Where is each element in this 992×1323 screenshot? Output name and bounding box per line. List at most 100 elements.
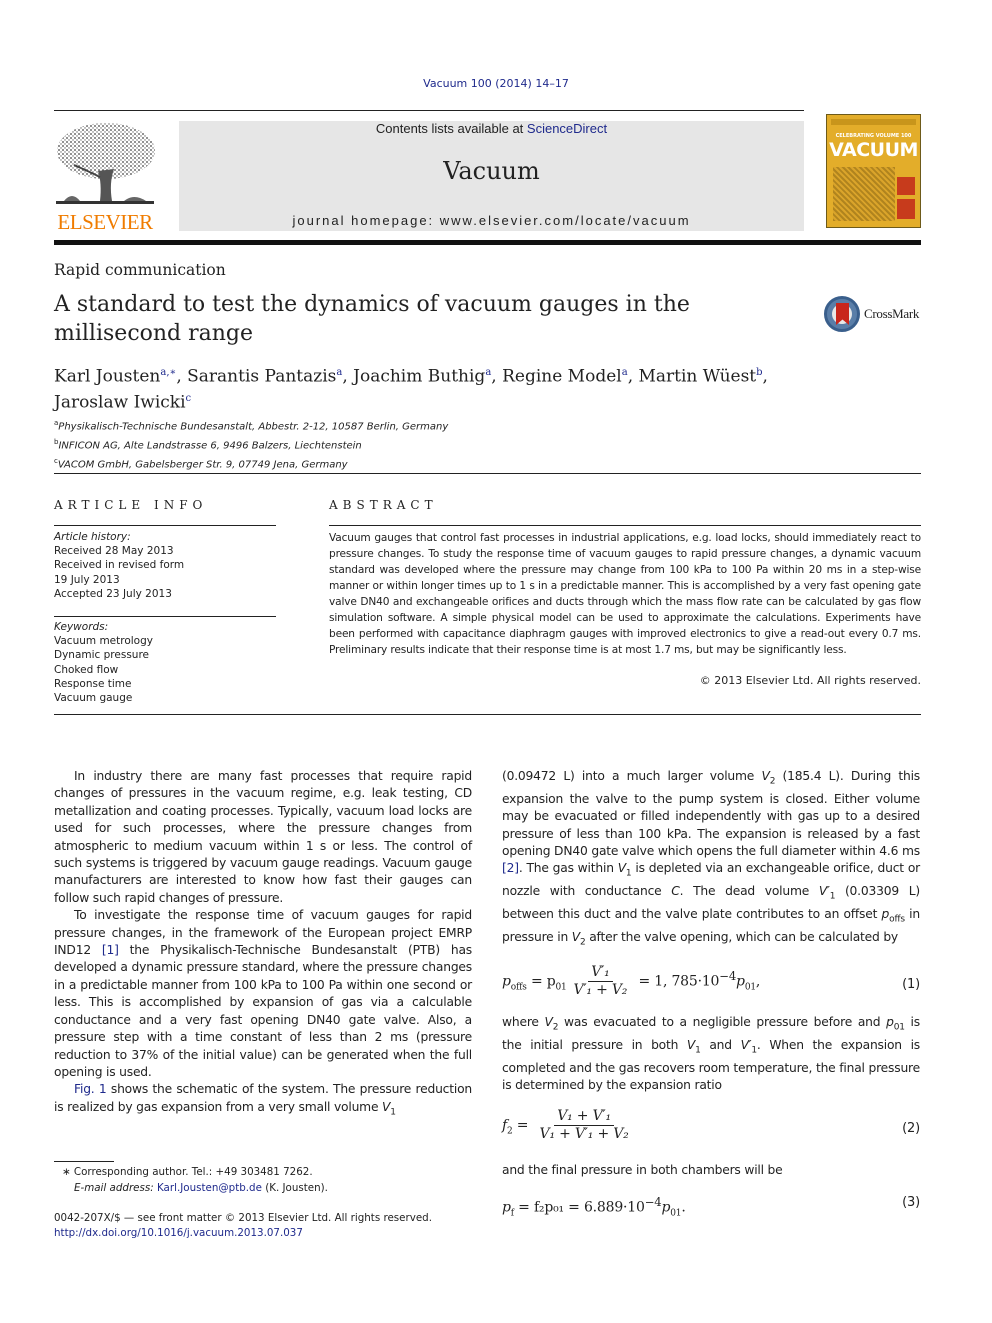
- symbol: V: [617, 861, 626, 876]
- elsevier-wordmark: ELSEVIER: [57, 210, 153, 234]
- eq-term: = f₂p₀₁ = 6.889·10: [518, 1199, 645, 1216]
- keywords-label: Keywords:: [54, 621, 109, 633]
- abstract-text: Vacuum gauges that control fast processe…: [329, 532, 921, 656]
- eq-term: = p: [530, 973, 556, 990]
- symbol: V: [686, 1037, 696, 1052]
- body-column-right: (0.09472 L) into a much larger volume V 2…: [502, 768, 920, 1218]
- symbol-sub: 01: [893, 1022, 905, 1033]
- author-name[interactable]: Joachim Buthig: [353, 367, 485, 387]
- article-type: Rapid communication: [54, 261, 226, 279]
- eq-term: = 1, 785·10: [638, 973, 720, 990]
- eq-symbol: p: [736, 973, 745, 990]
- affiliation: aPhysikalisch-Technische Bundesanstalt, …: [54, 416, 448, 435]
- email-label: E-mail address:: [74, 1182, 157, 1194]
- equation-3: pf = f₂p₀₁ = 6.889·10−4p01. (3): [502, 1194, 920, 1218]
- text: . The gas within: [518, 861, 618, 876]
- history-item: Accepted 23 July 2013: [54, 587, 172, 600]
- paragraph: where V2 was evacuated to a negligible p…: [502, 1014, 920, 1095]
- divider: [54, 525, 276, 526]
- affiliation: bINFICON AG, Alte Landstrasse 6, 9496 Ba…: [54, 435, 448, 454]
- affiliation: cVACOM GmbH, Gabelsberger Str. 9, 07749 …: [54, 454, 448, 473]
- cover-book: [897, 199, 915, 219]
- symbol: p: [881, 907, 890, 922]
- sciencedirect-link[interactable]: ScienceDirect: [527, 121, 607, 136]
- keyword[interactable]: Dynamic pressure: [54, 648, 153, 662]
- contents-line: Contents lists available at ScienceDirec…: [179, 121, 804, 137]
- author-affil-link[interactable]: c: [186, 393, 192, 404]
- divider: [54, 616, 276, 617]
- reference-link[interactable]: [1]: [102, 943, 119, 957]
- author-affil-link[interactable]: a: [622, 367, 628, 378]
- history-item: 19 July 2013: [54, 573, 120, 586]
- author-name[interactable]: Regine Model: [502, 367, 622, 387]
- text: the Physikalisch-Technische Bundesanstal…: [54, 943, 472, 1079]
- article-history: Article history: Received 28 May 2013 Re…: [54, 530, 184, 601]
- journal-name[interactable]: Vacuum: [179, 157, 804, 185]
- text: . The dead volume: [679, 884, 819, 899]
- header-rule: [54, 110, 804, 111]
- equation-number: (1): [902, 976, 920, 992]
- symbol-sub: 1: [390, 1107, 396, 1118]
- keyword[interactable]: Vacuum gauge: [54, 691, 153, 705]
- symbol: V: [544, 1014, 553, 1029]
- paragraph: and the final pressure in both chambers …: [502, 1163, 783, 1178]
- keyword[interactable]: Response time: [54, 677, 153, 691]
- crossmark-label: CrossMark: [864, 306, 920, 321]
- figure-link[interactable]: Fig. 1: [74, 1082, 107, 1096]
- author-affil-link[interactable]: a: [485, 367, 491, 378]
- eq-symbol: p: [661, 1199, 671, 1216]
- author-name[interactable]: Martin Wüest: [639, 367, 757, 387]
- paragraph: To investigate the response time of vacu…: [54, 907, 472, 1081]
- doi-link[interactable]: http://dx.doi.org/10.1016/j.vacuum.2013.…: [54, 1226, 432, 1241]
- cover-illustration: [833, 167, 895, 221]
- eq-numerator: V′₁: [588, 964, 613, 982]
- article-title: A standard to test the dynamics of vacuu…: [54, 292, 690, 346]
- history-item: Received in revised form: [54, 559, 185, 572]
- author-name[interactable]: Karl Jousten: [54, 367, 160, 387]
- elsevier-tree-icon: [56, 123, 155, 204]
- contents-prefix: Contents lists available at: [375, 121, 527, 136]
- eq-sub: 01: [555, 982, 567, 993]
- article-info-heading: ARTICLE INFO: [54, 498, 208, 512]
- author-affil-link[interactable]: a,∗: [160, 367, 176, 378]
- email-link[interactable]: Karl.Jousten@ptb.de: [157, 1182, 262, 1194]
- text: (0.09472 L) into a much larger volume: [502, 769, 762, 783]
- keyword[interactable]: Choked flow: [54, 663, 153, 677]
- keywords: Keywords: Vacuum metrology Dynamic press…: [54, 620, 153, 705]
- history-label: Article history:: [54, 531, 131, 543]
- text: shows the schematic of the system. The p…: [54, 1082, 473, 1114]
- journal-citation[interactable]: Vacuum 100 (2014) 14–17: [0, 77, 992, 90]
- symbol-sub: offs: [889, 914, 905, 925]
- abstract-copyright: © 2013 Elsevier Ltd. All rights reserved…: [699, 674, 921, 687]
- eq-symbol: p: [502, 1199, 511, 1216]
- author-name[interactable]: Jaroslaw Iwicki: [54, 392, 186, 412]
- journal-cover-image[interactable]: CELEBRATING VOLUME 100 VACUUM: [826, 114, 921, 228]
- divider: [329, 525, 921, 526]
- eq-term: ,: [755, 973, 761, 990]
- paragraph: In industry there are many fast processe…: [54, 769, 472, 905]
- affiliation-text: Physikalisch-Technische Bundesanstalt, A…: [58, 421, 449, 433]
- footnotes: ∗ Corresponding author. Tel.: +49 303481…: [54, 1164, 328, 1196]
- footnote-rule: [54, 1161, 114, 1162]
- corresponding-author-note: ∗ Corresponding author. Tel.: +49 303481…: [62, 1166, 313, 1178]
- keyword[interactable]: Vacuum metrology: [54, 634, 153, 648]
- elsevier-logo[interactable]: ELSEVIER: [54, 121, 156, 233]
- author-name[interactable]: Sarantis Pantazis: [187, 367, 336, 387]
- eq-fraction: V′₁ V′₁ + V₂: [571, 964, 631, 999]
- paragraph: Fig. 1 shows the schematic of the system…: [54, 1081, 472, 1121]
- author-affil-link[interactable]: a: [336, 367, 342, 378]
- journal-homepage: journal homepage: www.elsevier.com/locat…: [179, 213, 804, 228]
- history-item: Received 28 May 2013: [54, 545, 174, 558]
- journal-banner: Contents lists available at ScienceDirec…: [179, 121, 804, 231]
- author-affil-link[interactable]: b: [756, 367, 762, 378]
- reference-link[interactable]: [2]: [502, 861, 519, 875]
- eq-exponent: −4: [719, 968, 737, 983]
- email-suffix: (K. Jousten).: [261, 1182, 328, 1194]
- homepage-url[interactable]: www.elsevier.com/locate/vacuum: [440, 213, 691, 228]
- eq-denominator: V₁ + V′₁ + V₂: [539, 1126, 629, 1143]
- crossmark-button[interactable]: CrossMark: [824, 296, 924, 334]
- affiliation-text: VACOM GmbH, Gabelsberger Str. 9, 07749 J…: [57, 458, 348, 470]
- cover-title: VACUUM: [829, 139, 918, 161]
- issn-line: 0042-207X/$ — see front matter © 2013 El…: [54, 1211, 432, 1241]
- eq-sub: 01: [744, 982, 756, 993]
